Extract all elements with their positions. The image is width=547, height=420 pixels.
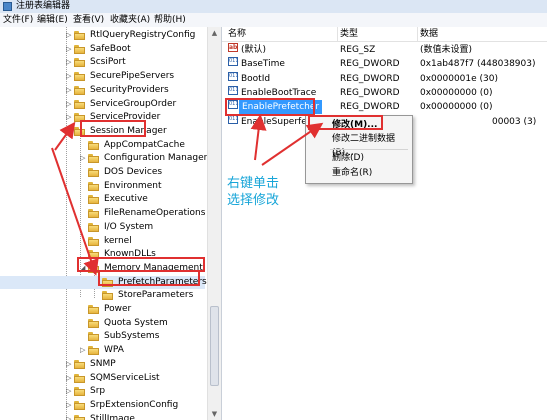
annotation-line-1: 右键单击 [227, 176, 280, 191]
arrow-to-session-manager [54, 121, 76, 151]
annotation-arrows [51, 114, 324, 276]
arrow-to-enable-prefetcher [250, 114, 267, 161]
annotation-line-2: 选择修改 [227, 193, 280, 208]
arrow-to-prefetch [51, 147, 99, 276]
arrow-to-modify [261, 122, 324, 166]
annotation-text: 右键单击 选择修改 [227, 175, 279, 209]
